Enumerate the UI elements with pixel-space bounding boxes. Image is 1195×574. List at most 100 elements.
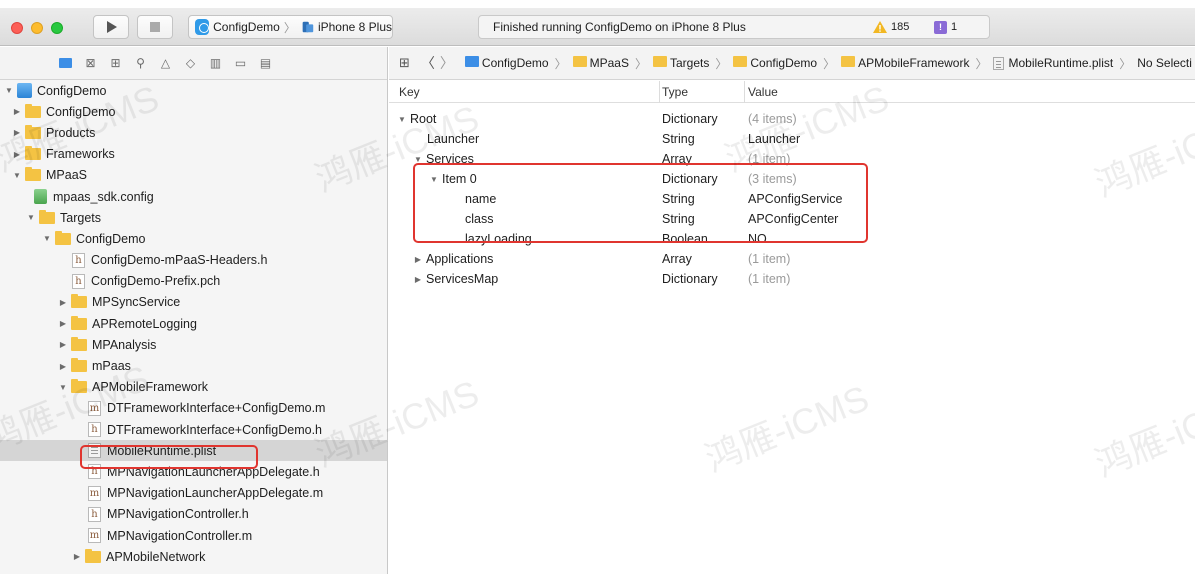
tree-row[interactable]: mpaas_sdk.config — [0, 186, 387, 207]
disclosure-closed-icon[interactable]: ▶ — [58, 319, 68, 328]
column-header-value[interactable]: Value — [748, 85, 1195, 99]
symbol-navigator-icon[interactable]: ⊞ — [108, 56, 123, 71]
disclosure-closed-icon[interactable]: ▶ — [12, 150, 22, 159]
tree-row[interactable]: m MPNavigationController.m — [0, 525, 387, 546]
tree-label: mpaas_sdk.config — [53, 189, 154, 204]
tree-row[interactable]: h ConfigDemo-mPaaS-Headers.h — [0, 250, 387, 271]
issue-count[interactable]: ! 1 — [934, 20, 957, 34]
disclosure-closed-icon[interactable]: ▶ — [58, 362, 68, 371]
breadcrumb-item[interactable]: No Selecti — [1137, 56, 1192, 70]
tree-row[interactable]: h DTFrameworkInterface+ConfigDemo.h — [0, 419, 387, 440]
disclosure-closed-icon[interactable]: ▶ — [413, 255, 423, 264]
breadcrumb-label: MPaaS — [589, 56, 629, 70]
search-icon[interactable]: ⚲ — [133, 56, 148, 71]
disclosure-open-icon[interactable]: ▼ — [26, 213, 36, 222]
zoom-window-button[interactable] — [51, 22, 63, 34]
test-navigator-icon[interactable]: ◇ — [183, 56, 198, 71]
disclosure-open-icon[interactable]: ▼ — [397, 115, 407, 124]
breadcrumb-item[interactable]: ConfigDemo — [733, 56, 817, 70]
tree-row[interactable]: ▶ APRemoteLogging — [0, 313, 387, 334]
minimize-window-button[interactable] — [31, 22, 43, 34]
source-control-icon[interactable]: ⊠ — [83, 56, 98, 71]
breadcrumb-item[interactable]: MPaaS — [572, 56, 629, 70]
plist-value[interactable]: Launcher — [748, 132, 1195, 146]
file-tree: ▼ ConfigDemo ▶ ConfigDemo ▶ Products ▶ Frame… — [0, 80, 387, 567]
stop-button[interactable] — [137, 15, 173, 39]
column-header-row: Key Type Value — [389, 81, 1195, 103]
disclosure-open-icon[interactable]: ▼ — [42, 234, 52, 243]
disclosure-open-icon[interactable]: ▼ — [4, 86, 14, 95]
run-button[interactable] — [93, 15, 129, 39]
close-window-button[interactable] — [11, 22, 23, 34]
disclosure-closed-icon[interactable]: ▶ — [12, 128, 22, 137]
status-text: Finished running ConfigDemo on iPhone 8 … — [493, 20, 746, 34]
breadcrumb-label: ConfigDemo — [750, 56, 818, 70]
tree-row[interactable]: ▼ APMobileFramework — [0, 377, 387, 398]
tree-row[interactable]: h MPNavigationController.h — [0, 504, 387, 525]
breadcrumb-item[interactable]: APMobileFramework — [841, 56, 969, 70]
tree-row[interactable]: m DTFrameworkInterface+ConfigDemo.m — [0, 398, 387, 419]
related-items-icon[interactable]: ⊞ — [399, 55, 410, 71]
tree-label: Products — [46, 125, 96, 140]
tree-label: MPNavigationController.m — [107, 528, 253, 543]
column-divider[interactable] — [659, 81, 660, 103]
scheme-selector[interactable]: ConfigDemo 〉 iPhone 8 Plus — [188, 15, 393, 39]
folder-navigator-icon[interactable] — [58, 56, 73, 71]
breadcrumb-item[interactable]: ConfigDemo — [464, 56, 549, 70]
plist-type[interactable]: Array — [662, 252, 748, 266]
column-header-key[interactable]: Key — [389, 85, 662, 99]
warning-count[interactable]: 185 — [873, 21, 909, 33]
tree-row[interactable]: ▶ mPaas — [0, 355, 387, 376]
tree-row[interactable]: ▼ Targets — [0, 207, 387, 228]
disclosure-closed-icon[interactable]: ▶ — [58, 340, 68, 349]
forward-button[interactable]: 〉 — [440, 53, 454, 73]
tree-row[interactable]: ▼ ConfigDemo — [0, 80, 387, 101]
tree-row[interactable]: ▶ Products — [0, 122, 387, 143]
tree-row[interactable]: m MPNavigationLauncherAppDelegate.m — [0, 483, 387, 504]
disclosure-closed-icon[interactable]: ▶ — [72, 552, 82, 561]
plist-row[interactable]: ▶ Applications Array (1 item) — [389, 249, 1195, 269]
tree-row[interactable]: h ConfigDemo-Prefix.pch — [0, 271, 387, 292]
chevron-right-icon: 〉 — [715, 56, 728, 71]
breadcrumb-item[interactable]: MobileRuntime.plist — [993, 56, 1113, 70]
disclosure-closed-icon[interactable]: ▶ — [58, 298, 68, 307]
plist-row[interactable]: ▼ Root Dictionary (4 items) — [389, 109, 1195, 129]
tree-label: MPSyncService — [92, 295, 181, 310]
disclosure-open-icon[interactable]: ▼ — [58, 383, 68, 392]
disclosure-closed-icon[interactable]: ▶ — [12, 107, 22, 116]
tree-row[interactable]: ▼ ConfigDemo — [0, 228, 387, 249]
issue-navigator-icon[interactable]: △ — [158, 56, 173, 71]
activity-viewer: Finished running ConfigDemo on iPhone 8 … — [478, 15, 990, 39]
plist-key: Applications — [426, 252, 494, 266]
plist-value: (1 item) — [748, 272, 791, 286]
app-icon — [195, 19, 210, 35]
tree-row[interactable]: ▶ APMobileNetwork — [0, 546, 387, 567]
tree-label: Targets — [60, 210, 101, 225]
debug-navigator-icon[interactable]: ▥ — [208, 56, 223, 71]
folder-icon — [85, 548, 101, 563]
tree-row[interactable]: ▶ MPAnalysis — [0, 334, 387, 355]
tree-label: MPNavigationLauncherAppDelegate.m — [107, 486, 324, 501]
plist-row[interactable]: Launcher String Launcher — [389, 129, 1195, 149]
column-header-type[interactable]: Type — [662, 85, 748, 99]
plist-type[interactable]: Dictionary — [662, 112, 748, 126]
report-navigator-icon[interactable]: ▤ — [258, 56, 273, 71]
tree-row[interactable]: ▼ MPaaS — [0, 165, 387, 186]
plist-type[interactable]: Dictionary — [662, 272, 748, 286]
breakpoint-navigator-icon[interactable]: ▭ — [233, 56, 248, 71]
disclosure-open-icon[interactable]: ▼ — [12, 171, 22, 180]
back-button[interactable]: 〈 — [421, 53, 435, 73]
breadcrumb-item[interactable]: Targets — [653, 56, 709, 70]
plist-row[interactable]: ▶ ServicesMap Dictionary (1 item) — [389, 269, 1195, 289]
disclosure-closed-icon[interactable]: ▶ — [413, 275, 423, 284]
tree-row[interactable]: ▶ MPSyncService — [0, 292, 387, 313]
folder-icon — [71, 315, 87, 330]
tree-label: ConfigDemo — [46, 104, 116, 119]
column-divider[interactable] — [744, 81, 745, 103]
stop-icon — [150, 22, 160, 32]
tree-row[interactable]: ▶ Frameworks — [0, 144, 387, 165]
plist-type[interactable]: String — [662, 132, 748, 146]
tree-row[interactable]: ▶ ConfigDemo — [0, 101, 387, 122]
chevron-right-icon: 〉 — [1119, 56, 1132, 71]
config-file-icon — [34, 189, 47, 205]
